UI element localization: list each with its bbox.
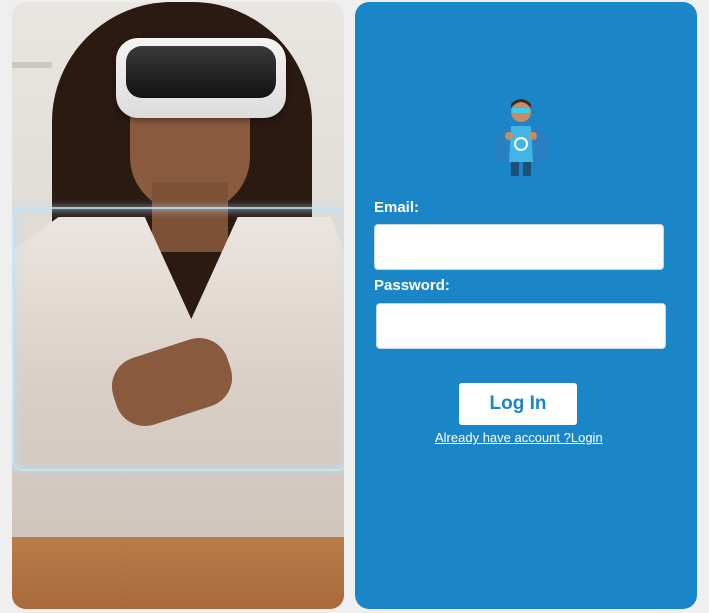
login-panel: Email: Password: Log In Already have acc… [355, 2, 697, 609]
vr-headset-visor [126, 46, 276, 98]
email-label: Email: [374, 199, 420, 216]
vr-headset [116, 38, 286, 118]
password-input[interactable] [376, 303, 666, 349]
wooden-floor [12, 537, 344, 609]
hero-photo [12, 2, 344, 609]
password-label: Password: [374, 277, 450, 294]
already-have-account-link[interactable]: Already have account ?Login [435, 430, 603, 445]
email-input[interactable] [374, 224, 664, 270]
superhero-mascot-icon [495, 99, 547, 176]
login-button[interactable]: Log In [459, 383, 577, 425]
neck [152, 182, 228, 252]
wall-shelf [12, 62, 52, 68]
